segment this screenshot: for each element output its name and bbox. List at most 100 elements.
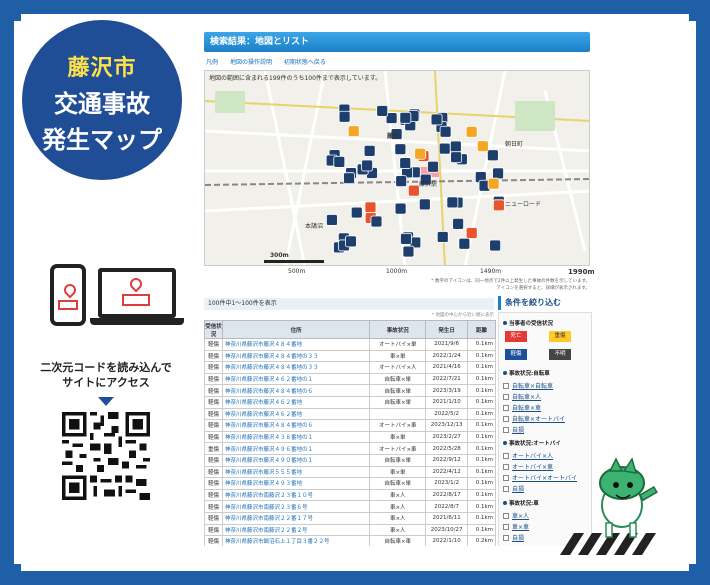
qr-code[interactable] [62,412,150,500]
col-address[interactable]: 住所 [221,320,371,339]
table-row[interactable]: 重傷 神奈川県藤沢市藤沢４９６番地の１ オートバイ×車 2022/5/28 0.1km [204,442,496,455]
accident-marker[interactable] [430,113,443,126]
severity-unknown[interactable]: 不明 [549,349,571,360]
accident-marker[interactable] [394,143,407,156]
filter-moto-car[interactable]: オートバイ×車 [503,462,553,471]
table-row[interactable]: 軽傷 神奈川県藤沢市藤沢４８４番地の３３ 車×単 2022/1/24 0.1km [204,349,496,363]
table-row[interactable]: 軽傷 神奈川県藤沢市南藤沢２２番２号 車×人 2023/10/27 0.1km [204,523,496,537]
cell-address[interactable]: 神奈川県藤沢市藤沢４６２番地の１ [221,372,371,386]
cell-address[interactable]: 神奈川県藤沢市鵠沼石上１丁目３番２２号 [221,535,371,546]
accident-marker[interactable] [402,245,415,258]
col-date[interactable]: 発生日 [425,320,469,339]
accident-marker[interactable] [361,159,373,172]
accident-map[interactable]: 地図の範囲に含まれる199件のうち100件まで表示しています。 藤沢 藤沢駅 朝… [204,70,590,266]
accident-marker[interactable] [487,177,500,190]
accident-marker[interactable] [333,155,346,168]
filter-moto-self[interactable]: 自損 [503,484,524,493]
table-row[interactable]: 軽傷 神奈川県藤沢市藤沢４６２番地 2022/5/2 0.1km [204,407,496,421]
accident-marker[interactable] [326,214,338,226]
cell-address[interactable]: 神奈川県藤沢市南藤沢２３番６号 [221,500,371,513]
accident-marker[interactable] [407,184,420,197]
cell-address[interactable]: 神奈川県藤沢市藤沢４８４番地の３３ [221,349,371,363]
accident-marker[interactable] [395,175,408,188]
table-row[interactable]: 軽傷 神奈川県藤沢市藤沢４３８番地の１ 車×単 2023/2/27 0.1km [204,430,496,444]
accident-marker[interactable] [438,142,451,155]
filter-moto-person[interactable]: オートバイ×人 [503,451,553,460]
accident-marker[interactable] [450,151,463,164]
filter-car-person[interactable]: 車×人 [503,511,529,520]
accident-marker[interactable] [486,149,499,162]
table-row[interactable]: 軽傷 神奈川県藤沢市藤沢４９３番地 自転車×単 2023/1/2 0.1km [204,477,496,490]
accident-marker[interactable] [350,206,363,219]
accident-marker[interactable] [427,160,439,173]
accident-marker[interactable] [439,125,452,138]
accident-marker[interactable] [364,201,377,214]
table-row[interactable]: 軽傷 神奈川県藤沢市藤沢４８４番地の６ オートバイ×車 2023/12/13 0.1km [204,419,496,432]
cell-address[interactable]: 神奈川県藤沢市藤沢４８４番地の６ [221,419,371,432]
accident-marker[interactable] [400,232,412,245]
accident-marker[interactable] [465,227,478,239]
accident-marker[interactable] [414,147,427,160]
cell-address[interactable]: 神奈川県藤沢市藤沢５５５番地 [221,465,371,479]
cell-address[interactable]: 神奈川県藤沢市藤沢４６２番地 [221,395,371,409]
reset-link[interactable]: 初期状態へ戻る [284,59,326,66]
accident-marker[interactable] [465,125,478,138]
filter-bike-self[interactable]: 自損 [503,425,524,434]
filter-car-self[interactable]: 自損 [503,533,524,542]
table-row[interactable]: 軽傷 神奈川県藤沢市南藤沢２３番１０号 車×人 2022/8/17 0.1km [204,488,496,502]
accident-marker[interactable] [345,235,357,248]
accident-marker[interactable] [446,196,459,209]
accident-marker[interactable] [363,145,376,157]
table-row[interactable]: 軽傷 神奈川県藤沢市藤沢４８４番地の３３ オートバイ×人 2021/4/16 0.1km [204,361,496,374]
filter-bike-bike[interactable]: 自転車×自転車 [503,381,553,390]
accident-marker[interactable] [399,111,412,124]
table-row[interactable]: 軽傷 神奈川県藤沢市藤沢４８４番地の６ 自転車×単 2023/3/19 0.1km [204,384,496,397]
accident-marker[interactable] [376,105,389,117]
cell-address[interactable]: 神奈川県藤沢市藤沢４８４番地の６ [221,384,371,397]
accident-marker[interactable] [452,217,465,230]
col-distance[interactable]: 距離 [467,320,496,339]
severity-serious[interactable]: 重傷 [549,331,571,342]
accident-marker[interactable] [489,239,502,252]
cell-address[interactable]: 神奈川県藤沢市藤沢４９６番地の１ [221,442,371,455]
cell-address[interactable]: 神奈川県藤沢市藤沢４８４番地 [221,338,371,351]
severity-minor[interactable]: 軽傷 [505,349,527,360]
cell-address[interactable]: 神奈川県藤沢市藤沢４９０番地の１ [221,453,371,467]
filter-car-car[interactable]: 車×車 [503,522,529,531]
table-row[interactable]: 軽傷 神奈川県藤沢市藤沢４８４番地 オートバイ×単 2021/9/6 0.1km [204,338,496,351]
table-row[interactable]: 軽傷 神奈川県藤沢市藤沢４６２番地 自転車×単 2021/1/10 0.1km [204,395,496,409]
accident-marker[interactable] [418,198,431,211]
accident-marker[interactable] [458,237,471,250]
severity-fatal[interactable]: 死亡 [505,331,527,342]
accident-marker[interactable] [338,110,351,123]
cell-address[interactable]: 神奈川県藤沢市藤沢４６２番地 [221,407,371,421]
cell-address[interactable]: 神奈川県藤沢市藤沢４８４番地の３３ [221,361,371,374]
table-row[interactable]: 軽傷 神奈川県藤沢市南藤沢２３番６号 車×人 2022/8/7 0.1km [204,500,496,513]
cell-address[interactable]: 神奈川県藤沢市南藤沢２２番２号 [221,523,371,537]
accident-marker[interactable] [343,172,355,185]
filter-bike-person[interactable]: 自転車×人 [503,392,541,401]
accident-marker[interactable] [449,140,462,153]
accident-marker[interactable] [370,215,383,228]
accident-marker[interactable] [394,202,407,215]
accident-marker[interactable] [347,125,360,138]
table-row[interactable]: 軽傷 神奈川県藤沢市鵠沼石上１丁目３番２２号 自転車×車 2022/1/10 0.2km [204,535,496,546]
table-row[interactable]: 軽傷 神奈川県藤沢市藤沢４９０番地の１ 自転車×単 2022/9/12 0.1km [204,453,496,467]
cell-address[interactable]: 神奈川県藤沢市南藤沢２２番１７号 [221,511,371,525]
table-row[interactable]: 軽傷 神奈川県藤沢市南藤沢２２番１７号 車×人 2021/6/11 0.1km [204,511,496,525]
accident-marker[interactable] [436,231,449,243]
table-row[interactable]: 軽傷 神奈川県藤沢市藤沢５５５番地 車×単 2022/4/12 0.1km [204,465,496,479]
table-row[interactable]: 軽傷 神奈川県藤沢市藤沢４６２番地の１ 自転車×単 2022/7/21 0.1km [204,372,496,386]
cell-address[interactable]: 神奈川県藤沢市南藤沢２３番１０号 [221,488,371,502]
accident-marker[interactable] [492,199,505,212]
col-type[interactable]: 事故状況 [369,320,427,339]
map-help-link[interactable]: 地図の操作説明 [230,59,272,66]
accident-marker[interactable] [476,140,489,153]
cell-address[interactable]: 神奈川県藤沢市藤沢４３８番地の１ [221,430,371,444]
cell-address[interactable]: 神奈川県藤沢市藤沢４９３番地 [221,477,371,490]
accident-marker[interactable] [492,167,504,180]
legend-link[interactable]: 凡例 [206,59,218,66]
accident-marker[interactable] [399,157,412,169]
col-severity[interactable]: 受信状況 [204,320,223,339]
filter-bike-car[interactable]: 自転車×車 [503,403,541,412]
